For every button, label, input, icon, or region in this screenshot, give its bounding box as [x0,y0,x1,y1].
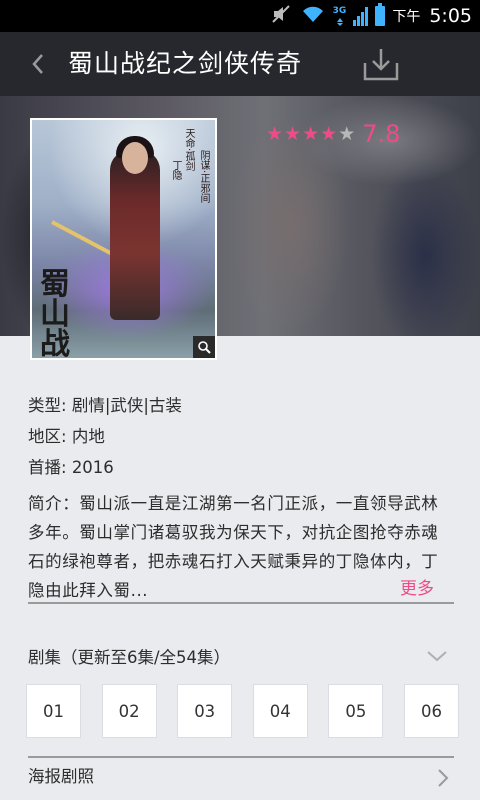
mute-icon [271,4,293,28]
synopsis-text: 简介：蜀山派一直是江湖第一名门正派，一直领导武林多年。蜀山掌门诸葛驭我为保天下，… [28,494,439,600]
episode-button[interactable]: 01 [26,684,81,738]
rating-stars: ★ ★ ★ ★ ★ [266,122,356,145]
star-filled-icon: ★ [302,122,320,145]
episode-button[interactable]: 04 [252,684,308,738]
network-indicator: 3G [332,5,347,26]
premiere-row: 首播: 2016 [28,455,454,486]
rating: ★ ★ ★ ★ ★ 7.8 [266,118,400,150]
status-icons: 3G 下午 5:05 [271,0,472,32]
wifi-icon [300,4,326,28]
genre-value: 剧情|武侠|古装 [71,396,182,415]
title-bar: 蜀山战纪之剑侠传奇 [0,32,480,96]
info-section: 类型: 剧情|武侠|古装 地区: 内地 首播: 2016 简介：蜀山派一直是江湖… [28,393,454,605]
poster-vertical-text: 阴谋·正邪间 [198,150,209,204]
divider [28,602,454,604]
star-filled-icon: ★ [320,122,338,145]
star-filled-icon: ★ [266,122,284,145]
episode-button[interactable]: 03 [177,684,233,738]
genre-label: 类型: [28,396,67,415]
zoom-button[interactable] [193,336,215,358]
episode-button[interactable]: 06 [404,684,459,738]
poster-calligraphy: 蜀山战纪 [40,267,70,360]
network-type: 3G [332,5,347,16]
premiere-value: 2016 [71,458,114,477]
status-ampm: 下午 [392,9,421,25]
expand-episodes-button[interactable] [426,648,448,662]
genre-row: 类型: 剧情|武侠|古装 [28,393,454,424]
star-filled-icon: ★ [284,122,302,145]
download-icon [363,49,399,81]
poster-vertical-text: 丁隐 [170,160,181,180]
region-value: 内地 [71,427,105,446]
chevron-right-icon [438,769,449,787]
magnifier-icon [198,341,211,354]
premiere-label: 首播: [28,458,67,477]
chevron-down-icon [427,651,447,662]
posters-section-row[interactable]: 海报剧照 [28,764,454,790]
status-bar: 3G 下午 5:05 [0,0,480,32]
more-link[interactable]: 更多 [400,574,434,599]
back-button[interactable] [22,48,54,80]
episodes-header[interactable]: 剧集（更新至6集/全54集） [28,645,454,671]
signal-icon [353,6,369,26]
back-chevron-icon [32,54,43,74]
battery-icon [375,3,386,26]
page-title: 蜀山战纪之剑侠传奇 [68,49,303,78]
status-time: 5:05 [429,5,472,27]
region-row: 地区: 内地 [28,424,454,455]
posters-arrow[interactable] [436,768,450,788]
download-button[interactable] [358,42,404,86]
star-empty-icon: ★ [338,122,356,145]
posters-label: 海报剧照 [28,767,94,786]
episode-grid: 01 02 03 04 05 06 [26,684,460,738]
divider [28,756,454,758]
region-label: 地区: [28,427,67,446]
poster-image[interactable]: 天命·孤剑 丁隐 阴谋·正邪间 蜀山战纪 [30,118,217,360]
rating-score: 7.8 [362,120,401,148]
episode-button[interactable]: 02 [101,684,157,738]
poster-vertical-text: 天命·孤剑 [183,128,194,172]
episode-button[interactable]: 05 [328,684,384,738]
